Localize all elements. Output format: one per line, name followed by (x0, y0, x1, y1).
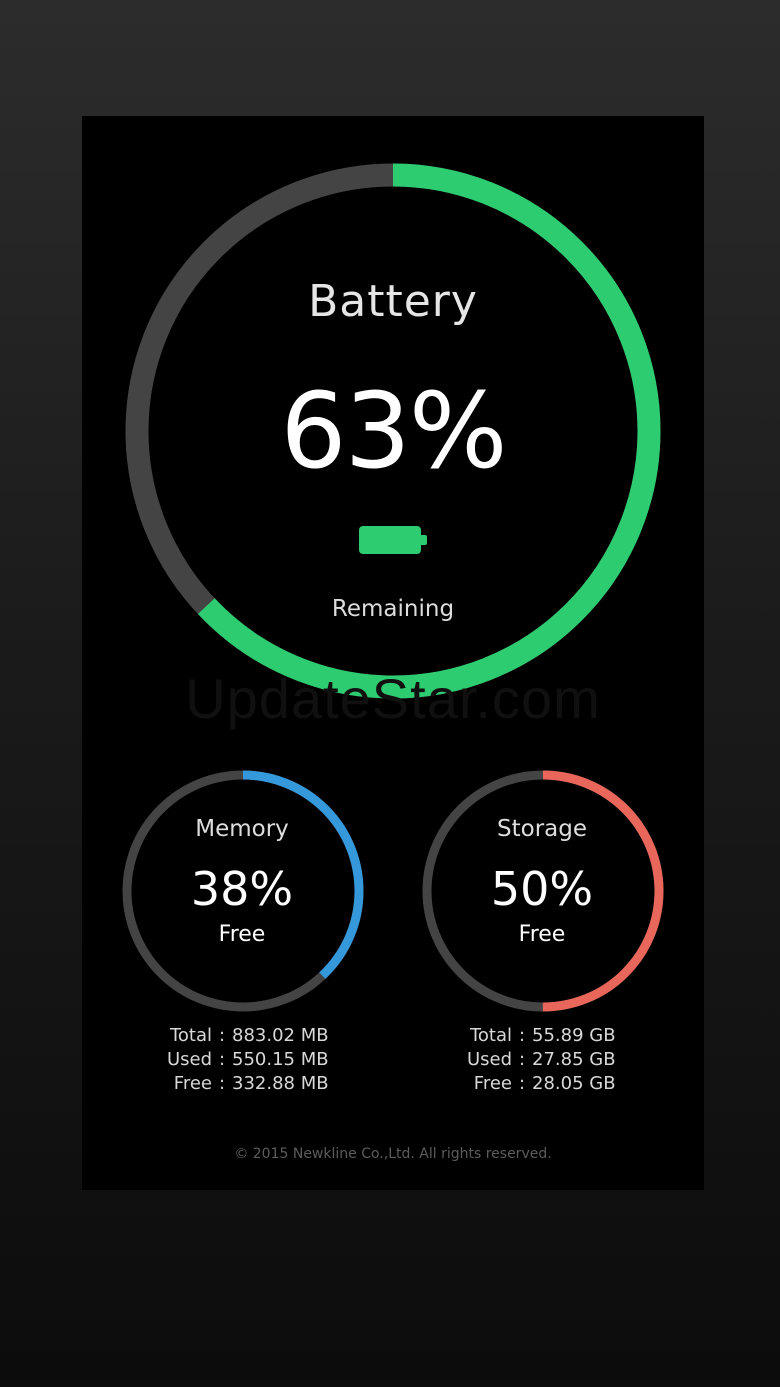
stat-separator: : (218, 1025, 226, 1046)
stat-value: 883.02 MB (232, 1025, 329, 1046)
stat-separator: : (518, 1025, 526, 1046)
storage-stat-free: Free : 28.05 GB (422, 1072, 662, 1096)
stat-value: 55.89 GB (532, 1025, 616, 1046)
memory-title: Memory (195, 816, 289, 842)
memory-stat-total: Total : 883.02 MB (122, 1024, 362, 1048)
memory-stats: Total : 883.02 MB Used : 550.15 MB Free … (122, 1024, 362, 1096)
stat-value: 550.15 MB (232, 1049, 329, 1070)
storage-percentage: 50% (490, 862, 594, 916)
battery-icon-tip (421, 535, 427, 545)
battery-icon (359, 526, 421, 554)
battery-remaining-label: Remaining (331, 596, 455, 622)
memory-stat-used: Used : 550.15 MB (122, 1048, 362, 1072)
watermark: UpdateStar.com (185, 667, 601, 730)
stat-separator: : (518, 1073, 526, 1094)
stat-value: 332.88 MB (232, 1073, 329, 1094)
memory-percentage: 38% (190, 862, 294, 916)
memory-free-label: Free (218, 922, 266, 947)
storage-free-label: Free (518, 922, 566, 947)
stat-separator: : (518, 1049, 526, 1070)
storage-title: Storage (497, 816, 587, 842)
stat-label: Total (469, 1025, 512, 1046)
stat-label: Used (166, 1049, 212, 1070)
stat-label: Free (473, 1073, 512, 1094)
stat-label: Free (173, 1073, 212, 1094)
stat-value: 28.05 GB (532, 1073, 616, 1094)
stat-label: Used (466, 1049, 512, 1070)
storage-stat-used: Used : 27.85 GB (422, 1048, 662, 1072)
stat-separator: : (218, 1049, 226, 1070)
storage-stat-total: Total : 55.89 GB (422, 1024, 662, 1048)
battery-percentage: 63% (280, 370, 507, 492)
stat-value: 27.85 GB (532, 1049, 616, 1070)
memory-stat-free: Free : 332.88 MB (122, 1072, 362, 1096)
stat-separator: : (218, 1073, 226, 1094)
copyright-footer: © 2015 Newkline Co.,Ltd. All rights rese… (234, 1146, 552, 1162)
battery-title: Battery (308, 276, 478, 327)
stat-label: Total (169, 1025, 212, 1046)
storage-stats: Total : 55.89 GB Used : 27.85 GB Free : … (422, 1024, 662, 1096)
app-screen: Battery 63% Remaining UpdateStar.com Mem… (82, 116, 704, 1190)
